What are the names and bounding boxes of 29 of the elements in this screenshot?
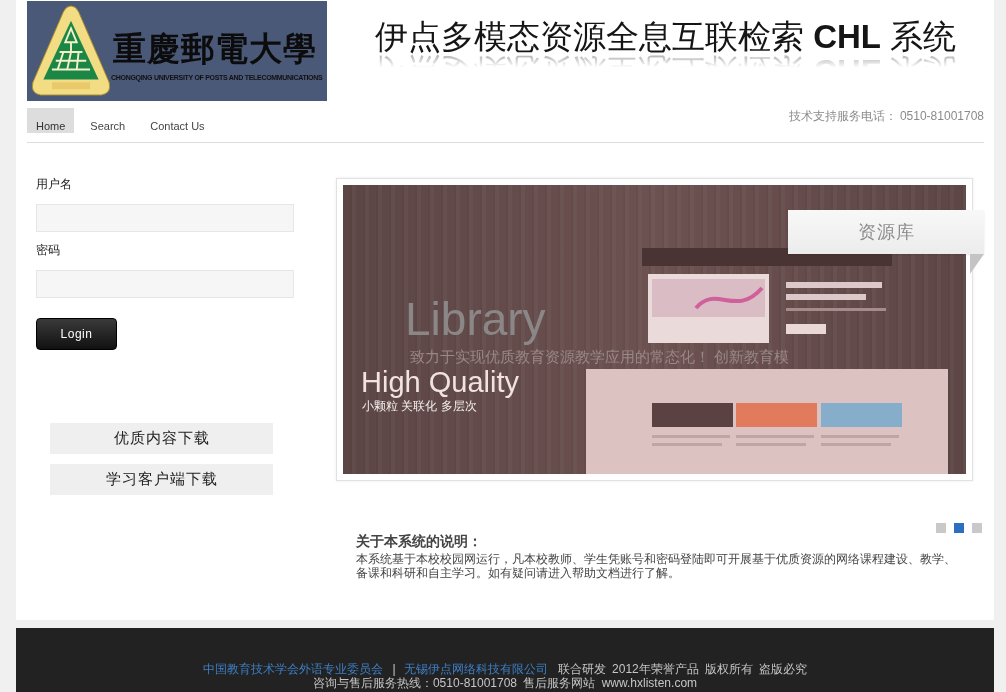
- login-button[interactable]: Login: [36, 318, 117, 350]
- copyright-text: 联合研发 2012年荣誉产品 版权所有 盗版必究: [557, 662, 808, 676]
- ribbon-fold-icon: [970, 254, 984, 274]
- slide-indicator[interactable]: [972, 523, 982, 533]
- footer-link[interactable]: 中国教育技术学会外语专业委员会: [202, 662, 383, 676]
- slide-indicator[interactable]: [936, 523, 946, 533]
- password-field[interactable]: [36, 270, 294, 298]
- about-heading: 关于本系统的说明：: [356, 533, 482, 549]
- contact-text: 咨询与售后服务热线：0510-81001708 售后服务网站 www.hxlisten.com: [312, 676, 698, 690]
- footer-link[interactable]: 无锡伊点网络科技有限公司: [403, 662, 548, 676]
- emblem-icon: [31, 5, 111, 97]
- nav-tab[interactable]: Search: [90, 120, 126, 132]
- nav-tab[interactable]: Contact Us: [150, 120, 205, 132]
- about-paragraph: 本系统基于本校校园网运行，凡本校教师、学生凭账号和密码登陆即可开展基于优质资源的网络课程建设、教学、备课和科研和自主学习。如有疑问请进入帮助文档进行了解。: [356, 552, 957, 580]
- nav-tab[interactable]: Home: [27, 108, 75, 133]
- caption-text: 小颗粒 关联化 多层次: [362, 399, 477, 413]
- system-title: 伊点多模态资源全息互联检索 CHL 系统: [375, 17, 957, 58]
- logo-calligraphy-text: 重慶郵電大學: [113, 27, 317, 70]
- support-phone-text: 技术支持服务电话： 0510-81001708: [788, 108, 984, 124]
- footer-separator: |: [392, 662, 396, 676]
- field-label: 用户名: [36, 177, 72, 191]
- field-label: 密码: [36, 243, 60, 257]
- caption-title: High Quality: [361, 366, 519, 398]
- slide-indicator[interactable]: [954, 523, 964, 533]
- download-button[interactable]: 学习客户端下载: [50, 464, 273, 495]
- category-tag: 资源库: [788, 210, 984, 254]
- download-button[interactable]: 优质内容下载: [50, 423, 273, 454]
- caption-title: Library: [405, 293, 546, 345]
- username-field[interactable]: [36, 204, 294, 232]
